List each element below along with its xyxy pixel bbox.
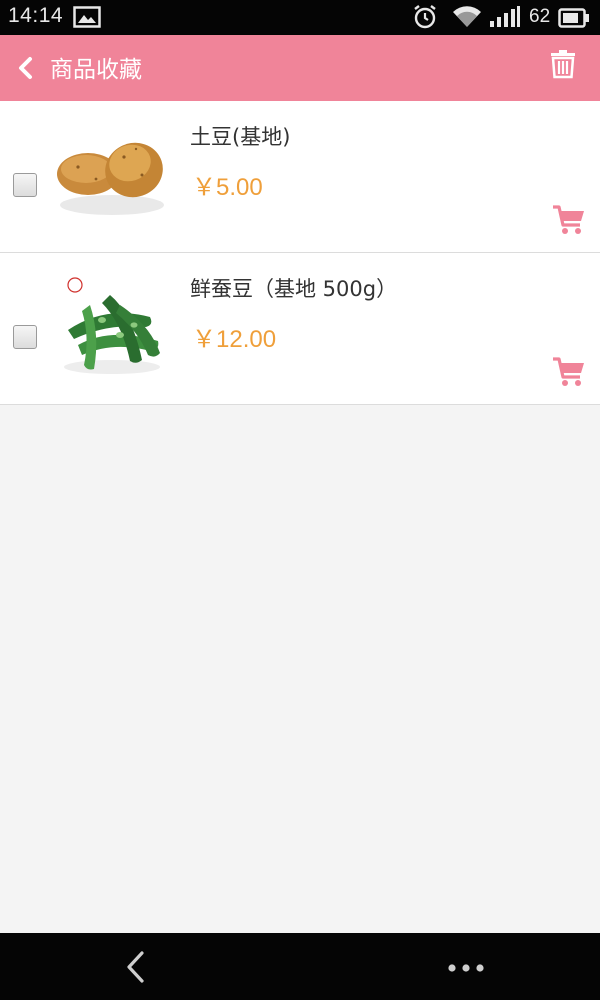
alarm-icon <box>414 5 436 29</box>
nav-more-icon[interactable] <box>447 963 485 973</box>
signal-icon <box>490 6 520 27</box>
status-bar: 14:14 62 <box>0 0 600 35</box>
product-price: ￥12.00 <box>192 326 277 353</box>
add-to-cart-icon[interactable] <box>552 357 586 387</box>
favorites-list: 土豆(基地) ￥5.00 鲜蚕豆（基地 500g） ￥12.00 <box>0 101 600 405</box>
battery-level: 62 <box>529 6 551 27</box>
nav-back-icon[interactable] <box>124 950 148 984</box>
product-price: ￥5.00 <box>192 174 263 201</box>
status-icons: 62 <box>400 0 600 35</box>
status-time: 14:14 <box>8 4 64 27</box>
product-name: 鲜蚕豆（基地 500g） <box>190 277 398 301</box>
list-item[interactable]: 土豆(基地) ￥5.00 <box>0 101 600 253</box>
item-checkbox[interactable] <box>13 173 37 197</box>
list-item[interactable]: 鲜蚕豆（基地 500g） ￥12.00 <box>0 253 600 405</box>
potato-image <box>50 113 168 231</box>
wifi-icon <box>453 6 481 28</box>
broad-bean-image <box>50 265 168 383</box>
trash-icon[interactable] <box>550 49 576 79</box>
system-nav-bar <box>0 933 600 1000</box>
header-bar: 商品收藏 <box>0 35 600 101</box>
image-icon <box>73 6 101 28</box>
chevron-left-icon[interactable] <box>16 56 36 80</box>
page-title: 商品收藏 <box>50 57 142 83</box>
add-to-cart-icon[interactable] <box>552 205 586 235</box>
product-name: 土豆(基地) <box>190 125 291 149</box>
battery-icon <box>558 8 589 28</box>
item-checkbox[interactable] <box>13 325 37 349</box>
